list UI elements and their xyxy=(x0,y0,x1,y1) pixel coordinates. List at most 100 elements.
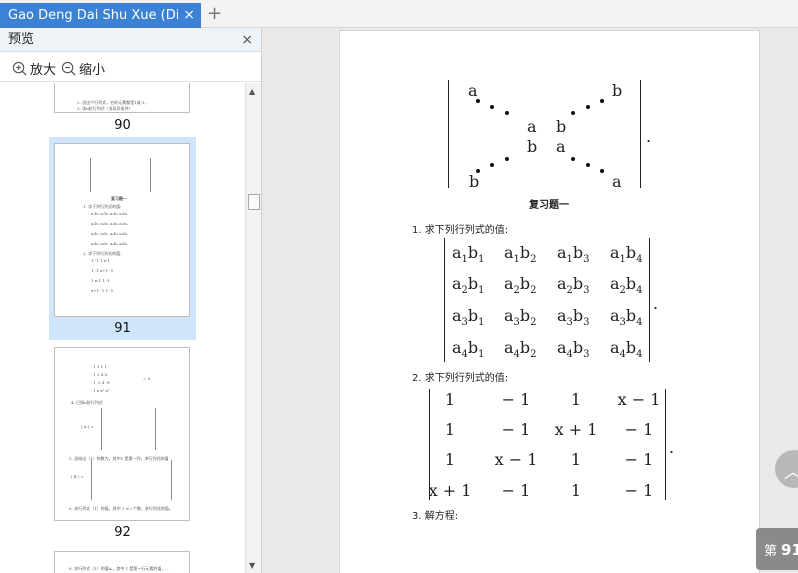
document-viewport[interactable]: a b a b b a b a . 复习题一 1. 求下列行列式的值: a1b1… xyxy=(262,28,798,573)
matrix1-cell: a3b2 xyxy=(504,306,537,329)
thumb-row: x+1 -1 1 -1 xyxy=(91,288,114,293)
det-dot xyxy=(586,163,590,167)
thumb-det-bar xyxy=(150,158,151,192)
new-tab-button[interactable]: + xyxy=(207,4,222,24)
det-dot xyxy=(571,157,575,161)
sidebar-header: 预览 × xyxy=(0,28,261,52)
thumbnail-page-92[interactable]: 1 1 1 1 1 2 4 8 1 -2 4 -8 1 x x² x³ = 0.… xyxy=(49,347,196,547)
matrix1-cell: a1b1 xyxy=(452,243,485,266)
zoom-toolbar: 放大 缩小 xyxy=(0,52,261,82)
scroll-down-icon[interactable]: ▼ xyxy=(249,561,255,570)
sidebar-scrollbar[interactable]: ▲ ▼ xyxy=(245,83,261,573)
matrix2-cell: − 1 xyxy=(624,481,654,500)
thumbnail-image: 复习题一 1. 求下列行列式的值: a₁b₁ a₁b₂ a₁b₃ a₁b₄ a₂… xyxy=(54,143,190,317)
thumb-heading: 复习题一 xyxy=(111,196,127,201)
sidebar-title: 预览 xyxy=(8,32,35,47)
thumb-text: = 0. xyxy=(143,376,152,381)
thumb-row: 1 -1 x+1 -1 xyxy=(91,268,114,273)
zoom-out-icon xyxy=(61,61,76,76)
matrix2-cell: 1 xyxy=(570,390,582,409)
matrix2-cell: 1 xyxy=(444,420,456,439)
det-dot xyxy=(600,99,604,103)
thumb-text: 1. 求下列行列式的值: xyxy=(83,204,122,209)
question-2: 2. 求下列行列式的值: xyxy=(412,373,509,384)
tab-title: Gao Deng Dai Shu Xue (Di 2E xyxy=(8,8,178,23)
matrix1-cell: a4b4 xyxy=(610,338,643,361)
matrix2-cell: − 1 xyxy=(624,450,654,469)
thumb-text: 3. 求n阶行列式（非奇异条件） xyxy=(77,106,133,111)
thumb-text: 5. 设给出（1）的数为，其中1 是第一列，求行列式的值 xyxy=(69,456,169,461)
document-tab[interactable]: Gao Deng Dai Shu Xue (Di 2E × xyxy=(0,3,201,28)
section-heading: 复习题一 xyxy=(529,200,569,211)
matrix2-cell: − 1 xyxy=(501,481,531,500)
thumb-text: 6. 求行列式（1）的值，其中 1 ≤ i 个数，求行列式的值。 xyxy=(69,506,173,511)
chevron-up-icon: ︿ xyxy=(784,458,798,484)
det-period: . xyxy=(646,127,652,146)
thumbnail-image: 1 1 1 1 1 2 4 8 1 -2 4 -8 1 x x² x³ = 0.… xyxy=(54,347,190,521)
matrix2-cell: 1 xyxy=(570,450,582,469)
sidebar-close-icon[interactable]: × xyxy=(241,28,253,52)
matrix1-cell: a2b3 xyxy=(557,274,590,297)
scrollbar-thumb[interactable] xyxy=(248,194,260,210)
thumb-text: | A | = xyxy=(81,424,94,429)
thumb-det-bar xyxy=(155,408,156,450)
thumbnail-page-91[interactable]: 复习题一 1. 求下列行列式的值: a₁b₁ a₁b₂ a₁b₃ a₁b₄ a₂… xyxy=(49,137,196,340)
det-dot xyxy=(586,105,590,109)
matrix2-cell: − 1 xyxy=(624,420,654,439)
page-number-label: 91 xyxy=(114,321,131,336)
thumb-row: 1 -1 1 x-1 xyxy=(91,258,110,263)
thumb-det-bar xyxy=(91,460,92,500)
thumb-text: 4. 已知n阶行列式 xyxy=(71,400,103,405)
thumb-text: 2. 求下列行列式的值: xyxy=(83,251,122,256)
matrix1-cell: a2b2 xyxy=(504,274,537,297)
scroll-up-icon[interactable]: ▲ xyxy=(249,87,255,96)
thumb-row: a₃b₁ a₃b₂ a₃b₃ a₃b₄ xyxy=(91,231,128,236)
thumb-row: a₁b₁ a₁b₂ a₁b₃ a₁b₄ xyxy=(91,211,128,216)
thumb-row: 1 2 4 8 xyxy=(93,372,107,377)
matrix1-cell: a1b3 xyxy=(557,243,590,266)
page-indicator: 第 91 xyxy=(756,528,798,570)
matrix1-cell: a2b1 xyxy=(452,274,485,297)
det-dot xyxy=(505,111,509,115)
thumbnail-list: 2. 设出个行列式，它的元素都是1或-1， 3. 求n阶行列式（非奇异条件） 9… xyxy=(0,83,245,573)
document-page: a b a b b a b a . 复习题一 1. 求下列行列式的值: a1b1… xyxy=(339,30,760,573)
zoom-in-button[interactable]: 放大 xyxy=(12,59,56,78)
matrix2-cell: 1 xyxy=(444,390,456,409)
thumbnail-page-93[interactable]: 6. 求行列式（1）的值Aᵢ，其中 1 是第一行元素的值，... xyxy=(49,551,196,573)
page-indicator-number: 91 xyxy=(781,541,798,559)
matrix2-period: . xyxy=(669,438,675,457)
matrix1-cell: a3b3 xyxy=(557,306,590,329)
page-number-label: 92 xyxy=(114,525,131,540)
page-number-label: 90 xyxy=(114,118,131,133)
thumb-row: 1 -2 4 -8 xyxy=(93,380,110,385)
thumb-row: 1 1 1 1 xyxy=(93,364,107,369)
thumb-text: 6. 求行列式（1）的值Aᵢ，其中 1 是第一行元素的值，... xyxy=(69,566,170,571)
det-dot xyxy=(476,99,480,103)
thumbnail-page-90[interactable]: 2. 设出个行列式，它的元素都是1或-1， 3. 求n阶行列式（非奇异条件） 9… xyxy=(49,83,196,143)
thumb-row: 1 x x² x³ xyxy=(93,388,110,393)
matrix1-right-bar xyxy=(649,238,650,362)
matrix1-cell: a3b1 xyxy=(452,306,485,329)
tab-close-icon[interactable]: × xyxy=(183,3,195,28)
det-dot xyxy=(505,157,509,161)
matrix2-cell: x + 1 xyxy=(428,481,472,500)
matrix2-cell: 1 xyxy=(444,450,456,469)
matrix2-cell: x + 1 xyxy=(554,420,598,439)
zoom-in-label: 放大 xyxy=(30,63,57,78)
det-left-bar xyxy=(448,80,449,188)
det-letter: a xyxy=(612,172,622,191)
thumb-text: 2. 设出个行列式，它的元素都是1或-1， xyxy=(77,100,149,105)
thumb-det-bar xyxy=(171,460,172,500)
thumb-text: | B | = xyxy=(71,474,84,479)
det-dot xyxy=(571,111,575,115)
question-1: 1. 求下列行列式的值: xyxy=(412,225,509,236)
zoom-out-label: 缩小 xyxy=(79,63,106,78)
thumbnail-image: 2. 设出个行列式，它的元素都是1或-1， 3. 求n阶行列式（非奇异条件） xyxy=(54,83,190,113)
matrix2-cell: 1 xyxy=(570,481,582,500)
matrix2-cell: x − 1 xyxy=(494,450,538,469)
det-letter: b xyxy=(556,117,567,136)
zoom-out-button[interactable]: 缩小 xyxy=(61,59,105,78)
preview-sidebar: 预览 × 放大 缩小 2. 设出个行列式，它的元素都是1或-1， 3. 求n阶行… xyxy=(0,28,262,573)
thumb-det-bar xyxy=(90,158,91,192)
det-dot xyxy=(490,105,494,109)
